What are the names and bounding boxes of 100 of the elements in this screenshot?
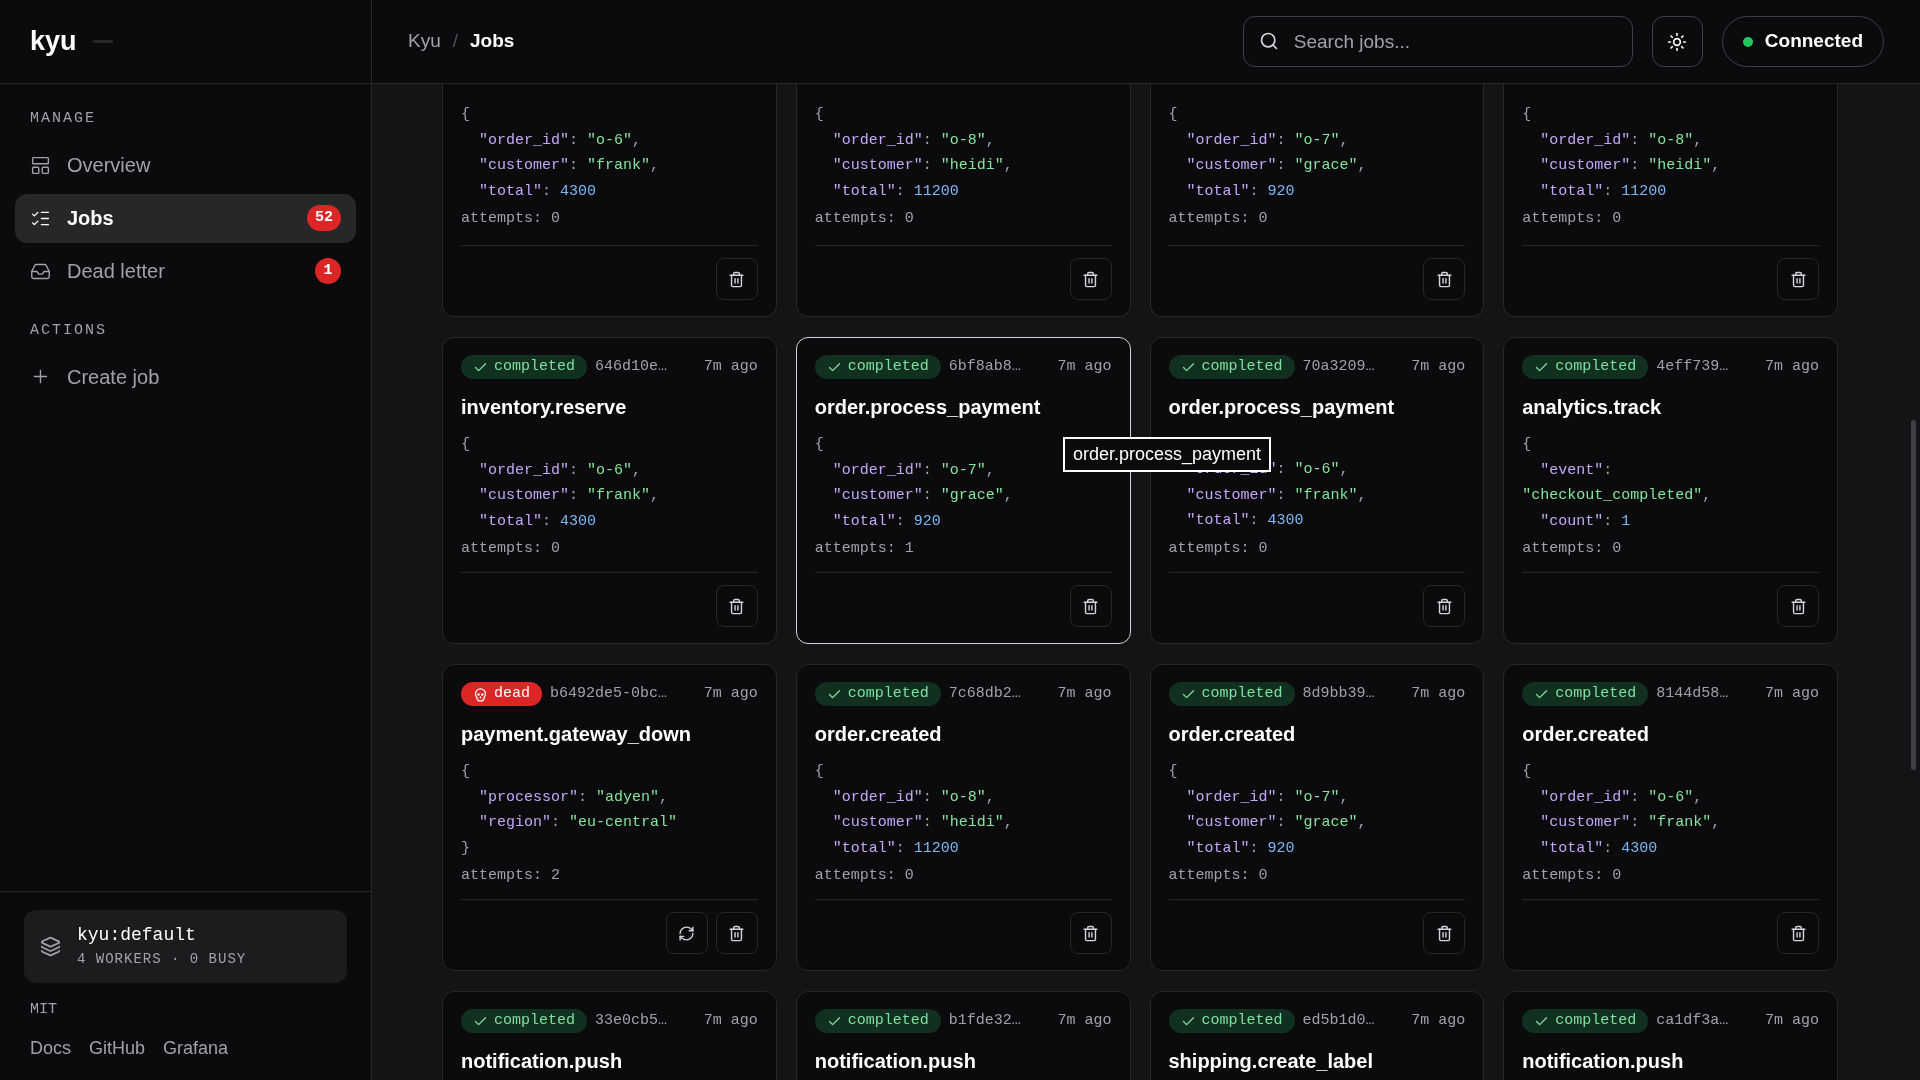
attempts-count: attempts: 0 <box>1522 209 1623 229</box>
job-title: order.created <box>814 722 943 747</box>
job-time: 7m ago <box>1411 356 1466 377</box>
job-time: 7m ago <box>1765 356 1819 377</box>
job-payload: { "order_id": "o-8", "customer": "heidi", "total": 11200 <box>1522 105 1721 202</box>
attempts-count: attempts: 0 <box>814 866 915 886</box>
job-title: order.created <box>1168 722 1297 747</box>
delete-button[interactable] <box>1069 585 1112 627</box>
trash-icon <box>1789 924 1807 942</box>
job-id: ed5b1d0… <box>1302 1010 1376 1031</box>
job-time: 7m ago <box>1057 683 1112 704</box>
job-payload: { "order_id": "o-7", "customer": "grace", "total": 920 <box>1168 105 1367 202</box>
job-payload: { "order_id": "o-7", "customer": "grace", "total": 920 <box>1168 762 1367 859</box>
job-time: 7m ago <box>1057 356 1112 377</box>
status-badge: dead <box>461 682 542 706</box>
job-title: notification.push <box>814 1049 977 1074</box>
theme-toggle-button[interactable] <box>1651 16 1703 67</box>
sun-icon <box>1667 31 1688 52</box>
job-id: 8144d58… <box>1656 683 1730 704</box>
job-card[interactable]: completed 8144d58… 7m ago order.created { "order_id": "o-6", "customer": "frank", "total": 4300 attempts: 0 <box>1503 664 1838 971</box>
job-title: notification.push <box>1522 1049 1685 1074</box>
delete-button[interactable] <box>1069 912 1112 954</box>
retry-button[interactable] <box>665 912 708 954</box>
job-title: order.created <box>1522 722 1650 747</box>
job-title: analytics.track <box>1522 395 1663 420</box>
delete-button[interactable] <box>1069 258 1112 300</box>
status-badge: completed <box>461 1009 587 1033</box>
trash-icon <box>1789 270 1807 288</box>
queue-name: kyu:default <box>77 924 197 947</box>
delete-button[interactable] <box>1777 912 1819 954</box>
job-card[interactable]: completed 4eff739… 7m ago analytics.track { "event": "checkout_completed", "count": 1 attempts: 0 <box>1503 337 1838 644</box>
attempts-count: attempts: 1 <box>814 539 915 559</box>
job-id: 7c68db2… <box>948 683 1022 704</box>
status-badge: completed <box>1168 682 1295 706</box>
job-card[interactable]: { "order_id": "o-6", "customer": "frank", "total": 4300 attempts: 0 <box>442 84 777 317</box>
job-card[interactable]: completed ed5b1d0… 7m ago shipping.create_label <box>1149 991 1485 1080</box>
delete-button[interactable] <box>1777 258 1819 300</box>
job-time: 7m ago <box>703 1010 758 1031</box>
attempts-count: attempts: 0 <box>1168 866 1269 886</box>
trash-icon <box>1435 597 1453 615</box>
trash-icon <box>1082 270 1099 288</box>
job-card[interactable]: completed 8d9bb39… 7m ago order.created { "order_id": "o-7", "customer": "grace", "total": 920 attempts: 0 <box>1149 664 1485 971</box>
delete-button[interactable] <box>1423 258 1466 300</box>
job-card[interactable]: completed 33e0cb5… 7m ago notification.push <box>442 991 777 1080</box>
refresh-icon <box>678 924 696 942</box>
count-badge: 52 <box>307 205 341 231</box>
status-badge: completed <box>1168 1009 1295 1033</box>
trash-icon <box>1789 597 1807 615</box>
job-card[interactable]: dead b6492de5-0bc… 7m ago payment.gateway_down { "processor": "adyen", "region": "eu-central" } attempts: 2 <box>442 664 777 971</box>
job-card[interactable]: { "order_id": "o-7", "customer": "grace", "total": 920 attempts: 0 <box>1149 84 1485 317</box>
job-card[interactable]: completed ca1df3a… 7m ago notification.push <box>1503 991 1838 1080</box>
job-title: order.process_payment <box>1168 395 1396 420</box>
section-heading: ACTIONS <box>29 320 108 341</box>
job-title: shipping.create_label <box>1168 1049 1374 1074</box>
nav-item[interactable]: Create job <box>15 352 356 401</box>
job-card[interactable]: completed b1fde32… 7m ago notification.push <box>795 991 1131 1080</box>
breadcrumb[interactable]: Kyu <box>408 27 441 56</box>
scrollbar-icon <box>1911 420 1916 770</box>
delete-button[interactable] <box>1423 585 1466 627</box>
job-card[interactable]: { "order_id": "o-8", "customer": "heidi", "total": 11200 attempts: 0 <box>1503 84 1838 317</box>
layers-icon <box>40 935 61 957</box>
job-payload: { "order_id": "o-7", "customer": "grace", "total": 920 <box>814 435 1013 532</box>
attempts-count: attempts: 0 <box>1168 539 1269 559</box>
search-icon <box>1258 31 1279 51</box>
status-badge: completed <box>1522 355 1649 379</box>
search-field[interactable]: Search jobs... <box>1242 16 1633 67</box>
job-id: 6bf8ab8… <box>948 356 1022 377</box>
job-id: b6492de5-0bc… <box>550 683 669 704</box>
logo: kyu <box>30 25 77 59</box>
nav-item[interactable]: Jobs 52 <box>15 193 356 243</box>
attempts-count: attempts: 0 <box>814 209 915 229</box>
delete-button[interactable] <box>715 585 758 627</box>
delete-button[interactable] <box>1423 912 1466 954</box>
attempts-count: attempts: 0 <box>1522 866 1623 886</box>
nav-item[interactable]: Overview <box>15 140 356 190</box>
footer-link[interactable]: Docs <box>30 1035 71 1062</box>
job-payload: { "order_id": "o-6", "customer": "frank", "total": 4300 <box>461 435 660 532</box>
trash-icon <box>1435 924 1453 942</box>
job-title: inventory.reserve <box>461 395 628 420</box>
job-time: 7m ago <box>1765 683 1819 704</box>
job-title: notification.push <box>461 1049 624 1074</box>
delete-button[interactable] <box>715 912 758 954</box>
status-badge: completed <box>461 355 587 379</box>
delete-button[interactable] <box>1777 585 1819 627</box>
skull-icon <box>473 686 488 702</box>
footer-link[interactable]: GitHub <box>89 1035 146 1062</box>
job-card[interactable]: { "order_id": "o-8", "customer": "heidi", "total": 11200 attempts: 0 <box>795 84 1131 317</box>
count-badge: 1 <box>315 258 341 284</box>
nav-item[interactable]: Dead letter 1 <box>15 246 356 296</box>
job-id: 8d9bb39… <box>1302 683 1376 704</box>
job-time: 7m ago <box>703 356 758 377</box>
breadcrumb: Jobs <box>470 29 515 54</box>
footer-link[interactable]: Grafana <box>163 1035 229 1062</box>
job-time: 7m ago <box>1765 1010 1819 1031</box>
trash-icon <box>1082 924 1099 942</box>
attempts-count: attempts: 2 <box>461 866 562 886</box>
job-time: 7m ago <box>1411 1010 1466 1031</box>
delete-button[interactable] <box>715 258 758 300</box>
job-card[interactable]: completed 646d10e… 7m ago inventory.reserve { "order_id": "o-6", "customer": "frank", "total": 4300 attempts: 0 <box>442 337 777 644</box>
job-card[interactable]: completed 7c68db2… 7m ago order.created { "order_id": "o-8", "customer": "heidi", "total": 11200 attempts: 0 <box>795 664 1131 971</box>
